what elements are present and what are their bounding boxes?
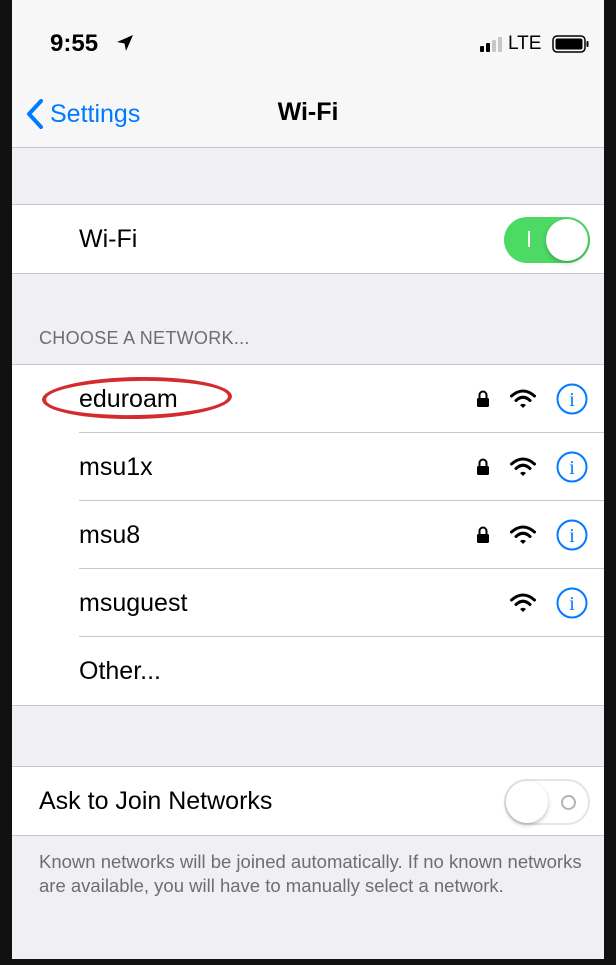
network-row-other[interactable]: Other... [12, 637, 604, 705]
wifi-switch[interactable] [504, 217, 590, 263]
phone-screen: 9:55 LTE Settings Wi-Fi Wi-Fi CHOOSE A N… [12, 0, 604, 965]
switch-knob [546, 219, 588, 261]
svg-text:i: i [569, 593, 575, 615]
ask-to-join-footer: Known networks will be joined automatica… [39, 851, 582, 896]
svg-text:i: i [569, 457, 575, 479]
info-icon[interactable]: i [556, 451, 588, 483]
status-time: 9:55 [50, 30, 99, 57]
switch-knob [506, 781, 548, 823]
battery-icon [552, 35, 589, 53]
network-name: msuguest [79, 588, 188, 617]
location-arrow-icon [117, 35, 133, 51]
navigation-bar: Settings Wi-Fi [12, 82, 604, 148]
wifi-signal-icon [510, 593, 536, 612]
wifi-toggle-row: Wi-Fi [12, 205, 604, 273]
svg-text:i: i [569, 525, 575, 547]
ask-to-join-row: Ask to Join Networks [12, 767, 604, 835]
lock-icon [477, 390, 489, 407]
network-row-msu1x[interactable]: msu1x i [12, 433, 604, 501]
network-name: msu1x [79, 452, 153, 481]
ask-to-join-label: Ask to Join Networks [39, 786, 273, 815]
other-network-label: Other... [79, 656, 161, 685]
lock-icon [477, 526, 489, 543]
svg-text:i: i [569, 389, 575, 411]
wifi-signal-icon [510, 525, 536, 544]
ask-to-join-switch[interactable] [504, 779, 590, 825]
info-icon[interactable]: i [556, 587, 588, 619]
wifi-toggle-label: Wi-Fi [79, 224, 138, 253]
carrier-label: LTE [508, 33, 542, 54]
info-icon[interactable]: i [556, 519, 588, 551]
networks-section-header: CHOOSE A NETWORK... [39, 328, 250, 348]
lock-icon [477, 458, 489, 475]
network-row-msu8[interactable]: msu8 i [12, 501, 604, 569]
wifi-toggle-group: Wi-Fi [12, 204, 604, 274]
device-frame-bottom [0, 959, 616, 965]
device-frame-right [604, 0, 616, 965]
cell-signal-icon [480, 37, 502, 52]
network-name: msu8 [79, 520, 141, 549]
info-icon[interactable]: i [556, 383, 588, 415]
page-title: Wi-Fi [277, 98, 339, 126]
ask-to-join-group: Ask to Join Networks [12, 766, 604, 836]
switch-on-mark [528, 231, 530, 247]
device-frame-left [0, 0, 12, 965]
wifi-signal-icon [510, 389, 536, 408]
network-row-msuguest[interactable]: msuguest i [12, 569, 604, 637]
switch-off-mark [561, 795, 576, 810]
wifi-signal-icon [510, 457, 536, 476]
status-bar: 9:55 LTE [12, 0, 604, 82]
